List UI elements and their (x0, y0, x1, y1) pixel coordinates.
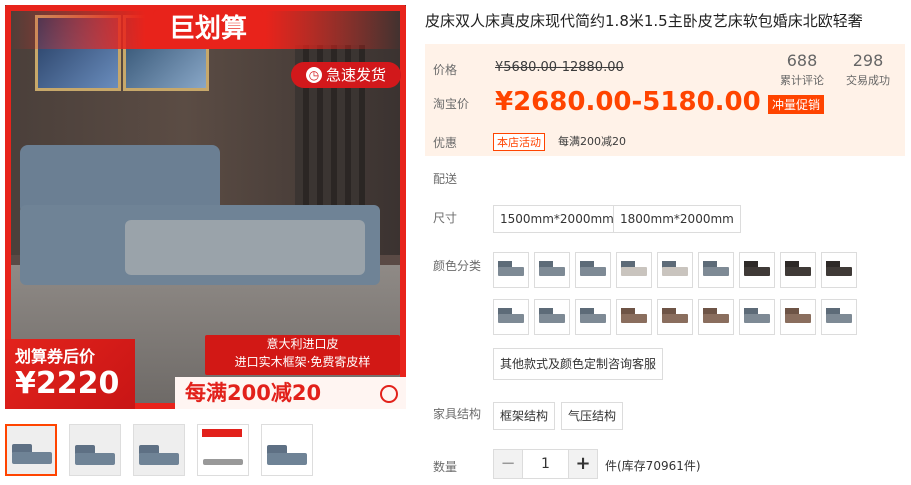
quantity-plus-button[interactable]: + (569, 450, 597, 478)
color-swatch-14[interactable] (657, 299, 693, 335)
feature-banner: 意大利进口皮 进口实木框架·免费寄皮样 (205, 335, 400, 375)
discount-label: 优惠 (433, 136, 458, 150)
color-swatch-16[interactable] (739, 299, 775, 335)
store-event-badge: 本店活动 (493, 133, 545, 151)
quantity-input[interactable]: 1 (522, 450, 569, 478)
color-swatch-4[interactable] (616, 252, 652, 288)
coupon-price: ¥2220 (15, 366, 120, 401)
sales-stat[interactable]: 298 交易成功 (843, 51, 893, 88)
delivery-label: 配送 (433, 172, 458, 186)
thumb-2[interactable] (69, 424, 121, 476)
main-product-image[interactable]: 巨划算 ◷ 急速发货 划算券后价 ¥2220 意大利进口皮 进口实木框架·免费寄… (5, 5, 406, 409)
magnifier-icon[interactable] (380, 385, 398, 403)
fast-ship-text: 急速发货 (325, 66, 386, 84)
color-swatch-15[interactable] (698, 299, 734, 335)
brand-logo: 巨划算 (153, 9, 263, 49)
color-swatch-6[interactable] (698, 252, 734, 288)
promo-tag: 冲量促销 (768, 95, 825, 114)
feature-line-1: 意大利进口皮 (266, 337, 339, 351)
color-swatch-3[interactable] (575, 252, 611, 288)
thumb-3[interactable] (133, 424, 185, 476)
original-price: ¥5680.00-12880.00 (495, 60, 624, 75)
sales-label: 交易成功 (846, 74, 890, 87)
quantity-minus-button[interactable]: − (494, 450, 522, 478)
size-option-1500[interactable]: 1500mm*2000mm (493, 205, 621, 233)
deal-banner: 每满200减20 (175, 377, 406, 409)
size-label: 尺寸 (433, 211, 458, 225)
size-option-1800[interactable]: 1800mm*2000mm (613, 205, 741, 233)
color-swatch-5[interactable] (657, 252, 693, 288)
color-swatch-10[interactable] (493, 299, 529, 335)
price-panel: 价格 ¥5680.00-12880.00 688 累计评论 298 交易成功 淘… (425, 44, 905, 156)
reviews-stat[interactable]: 688 累计评论 (777, 51, 827, 88)
quantity-stepper: − 1 + (493, 449, 598, 479)
feature-line-2: 进口实木框架·免费寄皮样 (234, 355, 371, 369)
color-swatch-9[interactable] (821, 252, 857, 288)
product-title: 皮床双人床真皮床现代简约1.8米1.5主卧皮艺床软包婚床北欧轻奢 (425, 12, 863, 30)
thumb-4[interactable] (197, 424, 249, 476)
taobao-price-label: 淘宝价 (433, 97, 470, 111)
color-swatch-18[interactable] (821, 299, 857, 335)
deal-text: 每满200减20 (185, 381, 322, 405)
color-swatch-13[interactable] (616, 299, 652, 335)
discount-text: 每满200减20 (558, 135, 626, 148)
thumbnail-strip (5, 424, 313, 476)
structure-option-frame[interactable]: 框架结构 (493, 402, 556, 430)
color-swatch-17[interactable] (780, 299, 816, 335)
quantity-label: 数量 (433, 460, 458, 474)
coupon-label: 划算券后价 (15, 347, 96, 366)
stock-text: 件(库存70961件) (605, 459, 701, 473)
color-swatch-11[interactable] (534, 299, 570, 335)
color-swatch-1[interactable] (493, 252, 529, 288)
structure-label: 家具结构 (433, 407, 482, 421)
structure-option-gas[interactable]: 气压结构 (561, 402, 624, 430)
current-price: ¥2680.00-5180.00 (495, 87, 761, 117)
sales-count: 298 (852, 51, 884, 70)
reviews-label: 累计评论 (780, 74, 824, 87)
coupon-price-tag: 划算券后价 ¥2220 (5, 339, 135, 409)
thumb-5[interactable] (261, 424, 313, 476)
reviews-count: 688 (786, 51, 818, 70)
color-swatch-2[interactable] (534, 252, 570, 288)
clock-icon: ◷ (305, 67, 322, 83)
fast-ship-badge: ◷ 急速发货 (291, 62, 401, 88)
custom-color-option[interactable]: 其他款式及颜色定制咨询客服 (493, 348, 664, 380)
color-swatch-7[interactable] (739, 252, 775, 288)
color-label: 颜色分类 (433, 259, 482, 273)
price-label: 价格 (433, 63, 458, 77)
color-swatch-12[interactable] (575, 299, 611, 335)
color-swatch-8[interactable] (780, 252, 816, 288)
thumb-1[interactable] (5, 424, 57, 476)
